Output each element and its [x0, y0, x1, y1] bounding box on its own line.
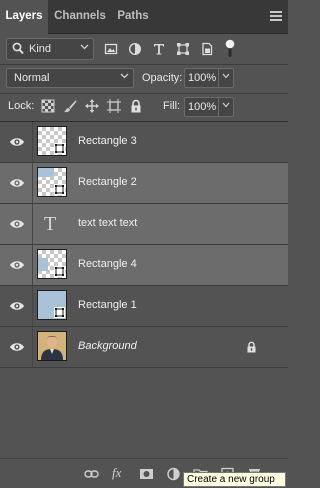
visibility-eye-icon[interactable] [9, 136, 25, 148]
lock-all-icon[interactable] [129, 99, 143, 113]
layer-name: Rectangle 2 [78, 176, 137, 188]
layer-name: text text text [78, 217, 138, 229]
layer-row-rectangle-1[interactable]: Rectangle 1 [0, 286, 288, 327]
tab-paths[interactable]: Paths [112, 0, 154, 33]
layer-row-text[interactable]: T text text text [0, 204, 288, 245]
link-layers-icon[interactable] [84, 467, 99, 481]
chevron-down-icon [222, 102, 230, 108]
filter-kind-label: Kind [29, 43, 52, 55]
opacity-label: Opacity: [142, 72, 183, 84]
chevron-down-icon [222, 73, 230, 79]
add-layer-style-fx-icon[interactable]: fx [112, 465, 121, 480]
vector-mask-icon [54, 143, 65, 154]
layer-row-background[interactable]: Background [0, 327, 288, 368]
chevron-down-icon [80, 44, 89, 50]
lock-image-pixels-brush-icon[interactable] [63, 99, 77, 113]
shape-fill [38, 258, 48, 271]
layer-name: Rectangle 1 [78, 299, 137, 311]
layer-thumbnail [37, 126, 67, 156]
visibility-eye-icon[interactable] [9, 177, 25, 189]
filter-row: Kind [0, 38, 288, 62]
layer-thumbnail [37, 249, 67, 279]
tab-layers[interactable]: Layers [0, 0, 48, 34]
layer-row-rectangle-3[interactable]: Rectangle 3 [0, 122, 288, 163]
layers-panel: Layers Channels Paths Kind Normal Opacit… [0, 0, 288, 488]
column-divider [32, 163, 33, 203]
opacity-value: 100% [188, 72, 217, 84]
opacity-field[interactable]: 100% [184, 68, 234, 88]
pixel-layer-filter-icon[interactable] [104, 42, 118, 56]
filter-kind-dropdown[interactable]: Kind [6, 38, 94, 60]
blend-row: Normal Opacity: 100% [0, 68, 288, 90]
layer-name: Rectangle 3 [78, 135, 137, 147]
type-layer-icon: T [44, 213, 57, 235]
lock-label: Lock: [8, 100, 35, 112]
photo-thumbnail-image [38, 332, 66, 360]
vector-mask-icon [54, 184, 65, 195]
lock-transparent-pixels-icon[interactable] [41, 99, 55, 113]
lock-position-move-icon[interactable] [85, 99, 99, 113]
column-divider [32, 122, 33, 162]
column-divider [32, 327, 33, 367]
visibility-eye-icon[interactable] [9, 341, 25, 353]
layer-name: Rectangle 4 [78, 258, 137, 270]
fill-value: 100% [188, 101, 217, 113]
blend-mode-dropdown[interactable]: Normal [6, 68, 134, 88]
column-divider [32, 204, 33, 244]
layer-thumbnail [37, 290, 67, 320]
chevron-down-icon [120, 73, 129, 79]
divider [0, 64, 288, 65]
adjustment-layer-filter-icon[interactable] [128, 42, 142, 56]
layer-name: Background [78, 340, 137, 352]
shape-layer-filter-icon[interactable] [176, 42, 190, 56]
layer-row-rectangle-4[interactable]: Rectangle 4 [0, 245, 288, 286]
panel-tab-bar: Layers Channels Paths [0, 0, 288, 34]
column-divider [32, 286, 33, 326]
search-icon [12, 42, 24, 55]
panel-menu-icon[interactable] [270, 11, 282, 22]
divider [0, 93, 288, 94]
filter-toggle-icon[interactable] [225, 39, 235, 58]
vector-mask-icon [54, 307, 65, 318]
prevent-auto-nesting-artboard-icon[interactable] [107, 99, 121, 113]
new-adjustment-layer-icon[interactable] [166, 467, 181, 481]
blend-mode-value: Normal [14, 72, 50, 84]
fill-field[interactable]: 100% [184, 97, 234, 117]
tab-channels[interactable]: Channels [50, 0, 110, 33]
smart-object-filter-icon[interactable] [200, 42, 214, 56]
visibility-eye-icon[interactable] [9, 259, 25, 271]
layer-thumbnail [37, 167, 67, 197]
column-divider [32, 245, 33, 285]
visibility-eye-icon[interactable] [9, 218, 25, 230]
layer-row-rectangle-2[interactable]: Rectangle 2 [0, 163, 288, 204]
layer-thumbnail [37, 331, 67, 361]
fill-label: Fill: [163, 100, 181, 112]
shape-fill [38, 168, 54, 177]
lock-row: Lock: Fill: 100% [0, 96, 288, 118]
type-layer-filter-icon[interactable] [152, 42, 166, 56]
layer-locked-icon [247, 341, 256, 353]
tooltip-create-new-group: Create a new group [183, 472, 286, 487]
add-layer-mask-icon[interactable] [139, 467, 154, 481]
fill-dropdown-button[interactable] [218, 98, 233, 116]
layers-list: Rectangle 3 Rectangle 2 T text text text… [0, 122, 288, 368]
visibility-eye-icon[interactable] [9, 300, 25, 312]
vector-mask-icon [54, 266, 65, 277]
opacity-dropdown-button[interactable] [218, 69, 233, 87]
